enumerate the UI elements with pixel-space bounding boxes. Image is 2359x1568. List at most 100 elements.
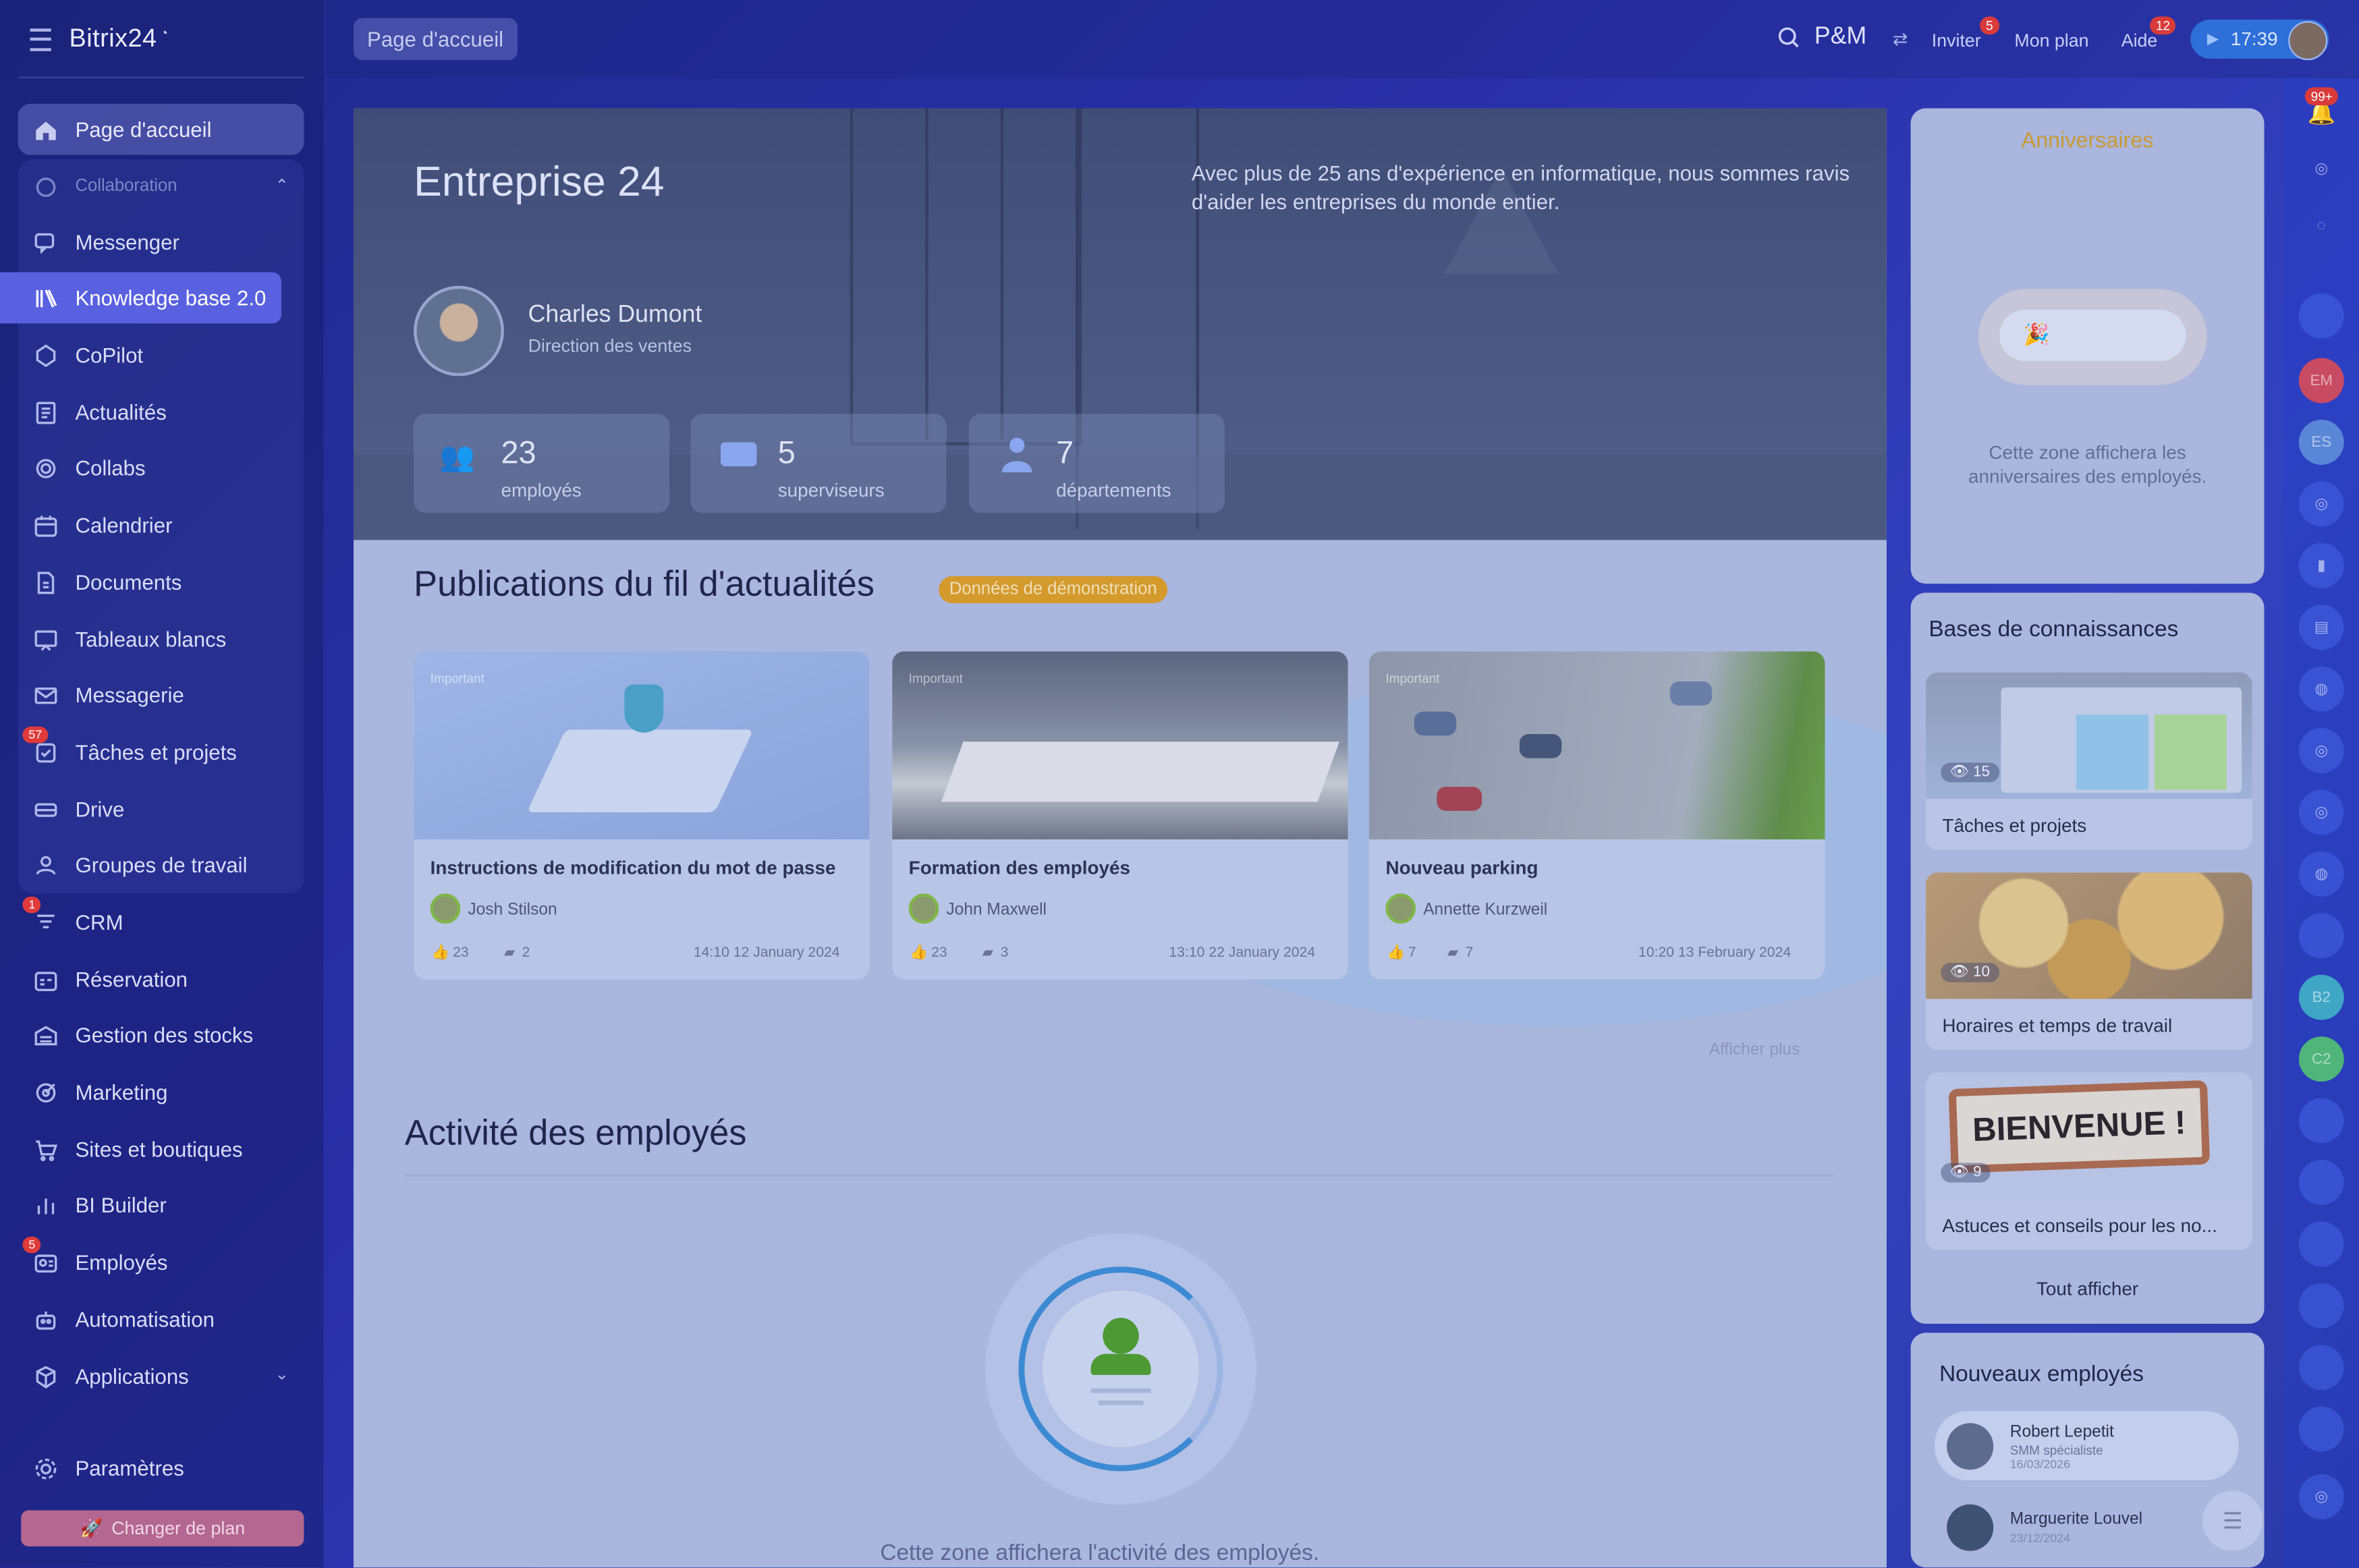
manager-avatar[interactable] bbox=[414, 285, 504, 376]
menu-icon[interactable] bbox=[30, 28, 51, 51]
avatar[interactable] bbox=[1947, 1504, 1994, 1551]
sidebar-item-applications[interactable]: Applications ⌄ bbox=[18, 1351, 304, 1402]
group-chat-icon[interactable]: ◎ bbox=[2298, 481, 2344, 527]
tasks-badge: 57 bbox=[22, 726, 49, 744]
sidebar-item-messenger[interactable]: Messenger bbox=[18, 217, 304, 268]
sidebar-item-documents[interactable]: Documents bbox=[18, 557, 304, 608]
sidebar-item-drive[interactable]: Drive bbox=[18, 784, 304, 835]
post-title[interactable]: Instructions de modification du mot de p… bbox=[431, 858, 836, 878]
avatar[interactable] bbox=[2298, 293, 2344, 339]
avatar-b2[interactable]: B2 bbox=[2298, 974, 2344, 1020]
post-title[interactable]: Formation des employés bbox=[909, 858, 1130, 878]
sidebar-item-booking[interactable]: Réservation bbox=[18, 954, 304, 1005]
group-chat-icon[interactable]: ◎ bbox=[2298, 789, 2344, 835]
post-card[interactable]: Important Instructions de modification d… bbox=[414, 651, 870, 980]
group-chat-icon[interactable]: ◎ bbox=[2298, 1474, 2344, 1519]
group-chat-icon[interactable]: ◎ bbox=[2298, 728, 2344, 774]
knowledge-item[interactable]: 👁 15 Tâches et projets bbox=[1925, 672, 2252, 850]
avatar[interactable] bbox=[1947, 1423, 1994, 1470]
sidebar-item-bi-builder[interactable]: BI Builder bbox=[18, 1179, 304, 1231]
post-author[interactable]: Josh Stilson bbox=[468, 901, 557, 920]
sidebar-item-settings[interactable]: Paramètres bbox=[18, 1443, 304, 1494]
sidebar-item-label: Tâches et projets bbox=[75, 739, 237, 764]
like-icon[interactable]: 👍 bbox=[432, 945, 449, 961]
search-icon[interactable] bbox=[1777, 26, 1801, 50]
sidebar-item-knowledge-base[interactable]: Knowledge base 2.0 bbox=[0, 272, 281, 324]
sidebar-group-collaboration[interactable]: Collaboration ⌃ bbox=[18, 161, 304, 213]
list-icon[interactable]: ☰ bbox=[2202, 1490, 2263, 1551]
employee-row[interactable]: Robert Lepetit SMM spécialiste 16/03/202… bbox=[1935, 1411, 2239, 1480]
employee-row[interactable]: Marguerite Louvel 23/12/2024 bbox=[1935, 1492, 2238, 1562]
show-all-link[interactable]: Tout afficher bbox=[1911, 1279, 2265, 1299]
sidebar-item-workgroups[interactable]: Groupes de travail bbox=[18, 839, 304, 891]
user-rail-icon[interactable]: ◍ bbox=[2298, 666, 2344, 712]
avatar[interactable] bbox=[2298, 1283, 2344, 1328]
author-avatar[interactable] bbox=[1385, 893, 1416, 924]
comment-icon[interactable]: ▰ bbox=[1447, 945, 1458, 961]
automation-icon bbox=[32, 1306, 59, 1333]
stat-supervisors[interactable]: 5 superviseurs bbox=[690, 414, 947, 513]
employee-name[interactable]: Marguerite Louvel bbox=[2010, 1511, 2142, 1529]
breadcrumb[interactable]: Page d'accueil bbox=[353, 18, 518, 61]
user-avatar[interactable] bbox=[2288, 21, 2328, 61]
sidebar-item-sites[interactable]: Sites et boutiques bbox=[18, 1124, 304, 1175]
chat-rail-icon[interactable]: ◌ bbox=[2299, 203, 2344, 248]
workspace-name[interactable]: P&M bbox=[1814, 24, 1866, 51]
post-card[interactable]: Important Nouveau parking Annette Kurzwe… bbox=[1368, 651, 1825, 980]
post-card[interactable]: Important Formation des employés John Ma… bbox=[892, 651, 1348, 980]
copilot-chat-icon[interactable]: ◎ bbox=[2299, 146, 2344, 191]
post-author[interactable]: John Maxwell bbox=[946, 901, 1047, 920]
sidebar-item-automation[interactable]: Automatisation bbox=[18, 1293, 304, 1345]
stat-departments[interactable]: 7 départements bbox=[968, 414, 1225, 513]
avatar-c2[interactable]: C2 bbox=[2298, 1036, 2344, 1082]
author-avatar[interactable] bbox=[908, 893, 939, 924]
sidebar-item-copilot[interactable]: CoPilot bbox=[18, 329, 304, 381]
author-avatar[interactable] bbox=[430, 893, 461, 924]
avatar[interactable] bbox=[2298, 1098, 2344, 1144]
sidebar-item-label: Groupes de travail bbox=[75, 853, 248, 877]
swap-icon[interactable]: ⇄ bbox=[1893, 28, 1908, 49]
sidebar-item-crm[interactable]: 1 CRM bbox=[18, 896, 304, 948]
sidebar-item-tasks[interactable]: 57 Tâches et projets bbox=[18, 726, 304, 778]
knowledge-item[interactable]: 👁 10 Horaires et temps de travail bbox=[1925, 872, 2252, 1051]
change-plan-button[interactable]: 🚀 Changer de plan bbox=[21, 1510, 304, 1547]
sidebar-item-whiteboards[interactable]: Tableaux blancs bbox=[18, 614, 304, 665]
sidebar-item-marketing[interactable]: Marketing bbox=[18, 1067, 304, 1118]
bookmark-icon[interactable]: ▮ bbox=[2298, 542, 2344, 588]
chat-rail-icon[interactable]: ▤ bbox=[2298, 605, 2344, 650]
sidebar-item-home[interactable]: Page d'accueil bbox=[18, 103, 304, 155]
invite-button[interactable]: Inviter bbox=[1932, 30, 1981, 51]
sidebar-item-news[interactable]: Actualités bbox=[18, 387, 304, 438]
sidebar-item-inventory[interactable]: Gestion des stocks bbox=[18, 1009, 304, 1061]
avatar[interactable] bbox=[2298, 1345, 2344, 1391]
comment-icon[interactable]: ▰ bbox=[504, 945, 515, 961]
post-title[interactable]: Nouveau parking bbox=[1385, 858, 1538, 878]
post-author[interactable]: Annette Kurzweil bbox=[1423, 901, 1547, 920]
stat-label: employés bbox=[501, 480, 582, 501]
sidebar-item-label: Actualités bbox=[75, 400, 167, 424]
sidebar-item-collabs[interactable]: Collabs bbox=[18, 443, 304, 494]
manager-name[interactable]: Charles Dumont bbox=[528, 302, 702, 329]
comment-icon[interactable]: ▰ bbox=[982, 945, 993, 961]
avatar[interactable] bbox=[2298, 1221, 2344, 1267]
avatar[interactable] bbox=[2298, 1160, 2344, 1205]
user-rail-icon[interactable]: ◍ bbox=[2298, 851, 2344, 897]
help-button[interactable]: Aide bbox=[2121, 30, 2158, 51]
employee-name[interactable]: Robert Lepetit bbox=[2010, 1423, 2114, 1441]
like-icon[interactable]: 👍 bbox=[1387, 945, 1405, 961]
like-icon[interactable]: 👍 bbox=[910, 945, 928, 961]
avatar[interactable] bbox=[2298, 1406, 2344, 1452]
sidebar-item-calendar[interactable]: Calendrier bbox=[18, 499, 304, 551]
show-more-link[interactable]: Afficher plus bbox=[1709, 1041, 1800, 1059]
app-name[interactable]: Bitrix24 bbox=[70, 24, 157, 55]
work-clock-button[interactable]: ▶ 17:39 bbox=[2190, 19, 2329, 61]
avatar-em[interactable]: EM bbox=[2298, 358, 2344, 403]
knowledge-item[interactable]: BIENVENUE ! 👁 9 Astuces et conseils pour… bbox=[1925, 1072, 2252, 1250]
stat-employees[interactable]: 👥 23 employés bbox=[414, 414, 670, 513]
sidebar-item-mail[interactable]: Messagerie bbox=[18, 669, 304, 721]
demo-data-badge: Données de démonstration bbox=[939, 576, 1168, 604]
sidebar-item-employees[interactable]: 5 Employés bbox=[18, 1236, 304, 1288]
avatar-es[interactable]: ES bbox=[2298, 420, 2344, 465]
avatar[interactable] bbox=[2298, 913, 2344, 959]
my-plan-button[interactable]: Mon plan bbox=[2014, 30, 2088, 51]
